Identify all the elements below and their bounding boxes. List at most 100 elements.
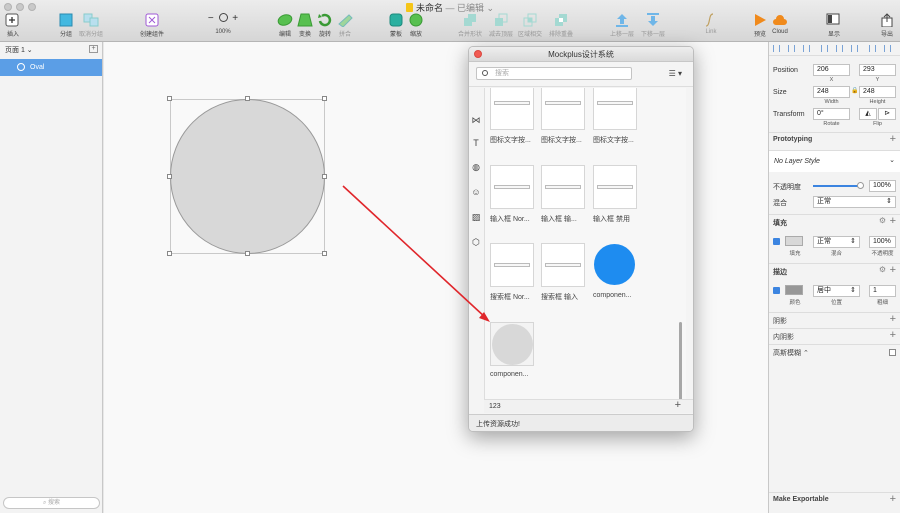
border-position-select[interactable]: 居中 ⇕ — [813, 285, 860, 297]
fill-checkbox[interactable] — [773, 238, 780, 245]
add-fill-button[interactable]: + — [890, 215, 896, 227]
tab-emoji[interactable]: ☺ — [471, 187, 481, 197]
title-menu-chevron[interactable]: ⌄ — [487, 3, 495, 13]
component-thumbnail[interactable] — [541, 165, 585, 209]
component-group-row[interactable]: 123 + — [484, 399, 693, 413]
distribute-horizontal-icon[interactable] — [869, 45, 876, 52]
layer-style-select[interactable]: No Layer Style ⌄ — [769, 150, 900, 172]
tab-images[interactable]: ▨ — [471, 212, 481, 222]
component-thumbnail[interactable] — [490, 243, 534, 287]
rotate-input[interactable]: 0° — [813, 108, 850, 120]
create-symbol-button[interactable]: 创建组件 — [140, 13, 164, 38]
transform-button[interactable]: 变换 — [297, 13, 313, 38]
panel-search-input[interactable]: 搜索 — [476, 67, 632, 80]
component-thumbnail[interactable] — [490, 165, 534, 209]
component-thumbnail[interactable] — [593, 243, 637, 287]
difference-button[interactable]: 排除重叠 — [549, 13, 573, 38]
resize-handle-top-left[interactable] — [167, 96, 172, 101]
component-thumbnail[interactable] — [541, 88, 585, 130]
edit-button[interactable]: 编辑 — [277, 13, 293, 38]
zoom-control[interactable]: − + 100% — [203, 13, 243, 35]
position-x-input[interactable]: 206 — [813, 64, 850, 76]
lock-icon[interactable]: 🔒 — [851, 87, 858, 94]
resize-handle-bottom-left[interactable] — [167, 251, 172, 256]
add-border-button[interactable]: + — [890, 264, 896, 276]
component-thumbnail[interactable] — [541, 243, 585, 287]
mask-button[interactable]: 蒙板 — [388, 13, 404, 38]
link-button[interactable]: Link — [703, 13, 719, 35]
flatten-button[interactable]: 拼合 — [337, 13, 353, 38]
add-component-button[interactable]: + — [675, 399, 681, 412]
fill-color-swatch[interactable] — [785, 236, 803, 246]
width-input[interactable]: 248 — [813, 86, 850, 98]
component-thumbnail[interactable] — [490, 88, 534, 130]
layer-item-oval[interactable]: Oval — [0, 59, 102, 76]
fill-blend-select[interactable]: 正常 ⇕ — [813, 236, 860, 248]
oval-shape[interactable] — [170, 99, 325, 254]
opacity-input[interactable]: 100% — [869, 180, 896, 192]
ungroup-button[interactable]: 取消分组 — [79, 13, 103, 38]
export-button[interactable]: 导出 — [879, 13, 895, 38]
prototyping-section[interactable]: Prototyping + — [769, 132, 900, 147]
layer-search-input[interactable]: ⌕ 搜索 — [3, 497, 100, 509]
align-top-icon[interactable] — [821, 45, 828, 52]
distribute-vertical-icon[interactable] — [884, 45, 891, 52]
add-shadow-button[interactable]: + — [890, 313, 896, 325]
view-button[interactable]: 显示 — [826, 13, 842, 38]
component-thumbnail[interactable] — [593, 88, 637, 130]
resize-handle-top-right[interactable] — [322, 96, 327, 101]
panel-title-bar[interactable]: Mockplus设计系统 — [469, 47, 693, 62]
resize-handle-bottom[interactable] — [245, 251, 250, 256]
insert-button[interactable]: 插入 — [5, 13, 21, 38]
align-center-icon[interactable] — [788, 45, 795, 52]
component-thumbnail[interactable] — [490, 322, 534, 366]
resize-handle-top[interactable] — [245, 96, 250, 101]
flip-horizontal-button[interactable]: ◭ — [859, 108, 877, 120]
add-page-button[interactable]: + — [89, 45, 98, 53]
tab-components[interactable]: ⬡ — [471, 237, 481, 247]
forward-button[interactable]: 上移一层 — [610, 13, 634, 38]
backward-button[interactable]: 下移一层 — [641, 13, 665, 38]
intersect-button[interactable]: 区域相交 — [518, 13, 542, 38]
union-button[interactable]: 合并形状 — [458, 13, 482, 38]
scale-button[interactable]: 缩放 — [408, 13, 424, 38]
group-button[interactable]: 分组 — [58, 13, 74, 38]
add-inner-shadow-button[interactable]: + — [890, 329, 896, 341]
page-selector[interactable]: 页面 1 ⌄ + — [5, 45, 98, 57]
blur-checkbox[interactable] — [889, 349, 896, 356]
subtract-button[interactable]: 减去顶层 — [489, 13, 513, 38]
border-width-input[interactable]: 1 — [869, 285, 896, 297]
align-middle-icon[interactable] — [836, 45, 843, 52]
resize-handle-bottom-right[interactable] — [322, 251, 327, 256]
border-color-swatch[interactable] — [785, 285, 803, 295]
position-y-input[interactable]: 293 — [859, 64, 896, 76]
tab-icon-library[interactable]: ⋈ — [471, 115, 481, 125]
fill-settings-icon[interactable]: ⚙ — [879, 216, 886, 225]
add-prototype-button[interactable]: + — [890, 133, 896, 145]
zoom-in-button[interactable]: + — [232, 13, 238, 24]
tab-text-styles[interactable]: T — [471, 138, 481, 148]
tab-colors[interactable]: ◍ — [471, 162, 481, 172]
zoom-out-button[interactable]: − — [208, 13, 214, 24]
opacity-slider[interactable] — [813, 182, 864, 189]
align-right-icon[interactable] — [803, 45, 810, 52]
component-thumbnail[interactable] — [593, 165, 637, 209]
panel-scrollbar[interactable] — [679, 322, 682, 399]
border-checkbox[interactable] — [773, 287, 780, 294]
panel-menu-icon[interactable]: ☰ ▾ — [669, 69, 682, 78]
cloud-button[interactable]: Cloud — [772, 13, 788, 35]
height-input[interactable]: 248 — [859, 86, 896, 98]
flip-vertical-button[interactable]: ⊳ — [878, 108, 896, 120]
opacity-slider-knob[interactable] — [856, 182, 864, 189]
panel-close-button[interactable] — [474, 50, 482, 58]
blend-mode-select[interactable]: 正常 ⇕ — [813, 196, 896, 208]
add-export-button[interactable]: + — [890, 493, 896, 505]
align-left-icon[interactable] — [773, 45, 780, 52]
resize-handle-right[interactable] — [322, 174, 327, 179]
preview-button[interactable]: 预览 — [752, 13, 768, 38]
align-bottom-icon[interactable] — [851, 45, 858, 52]
fill-opacity-input[interactable]: 100% — [869, 236, 896, 248]
border-settings-icon[interactable]: ⚙ — [879, 265, 886, 274]
rotate-button[interactable]: 旋转 — [317, 13, 333, 38]
resize-handle-left[interactable] — [167, 174, 172, 179]
